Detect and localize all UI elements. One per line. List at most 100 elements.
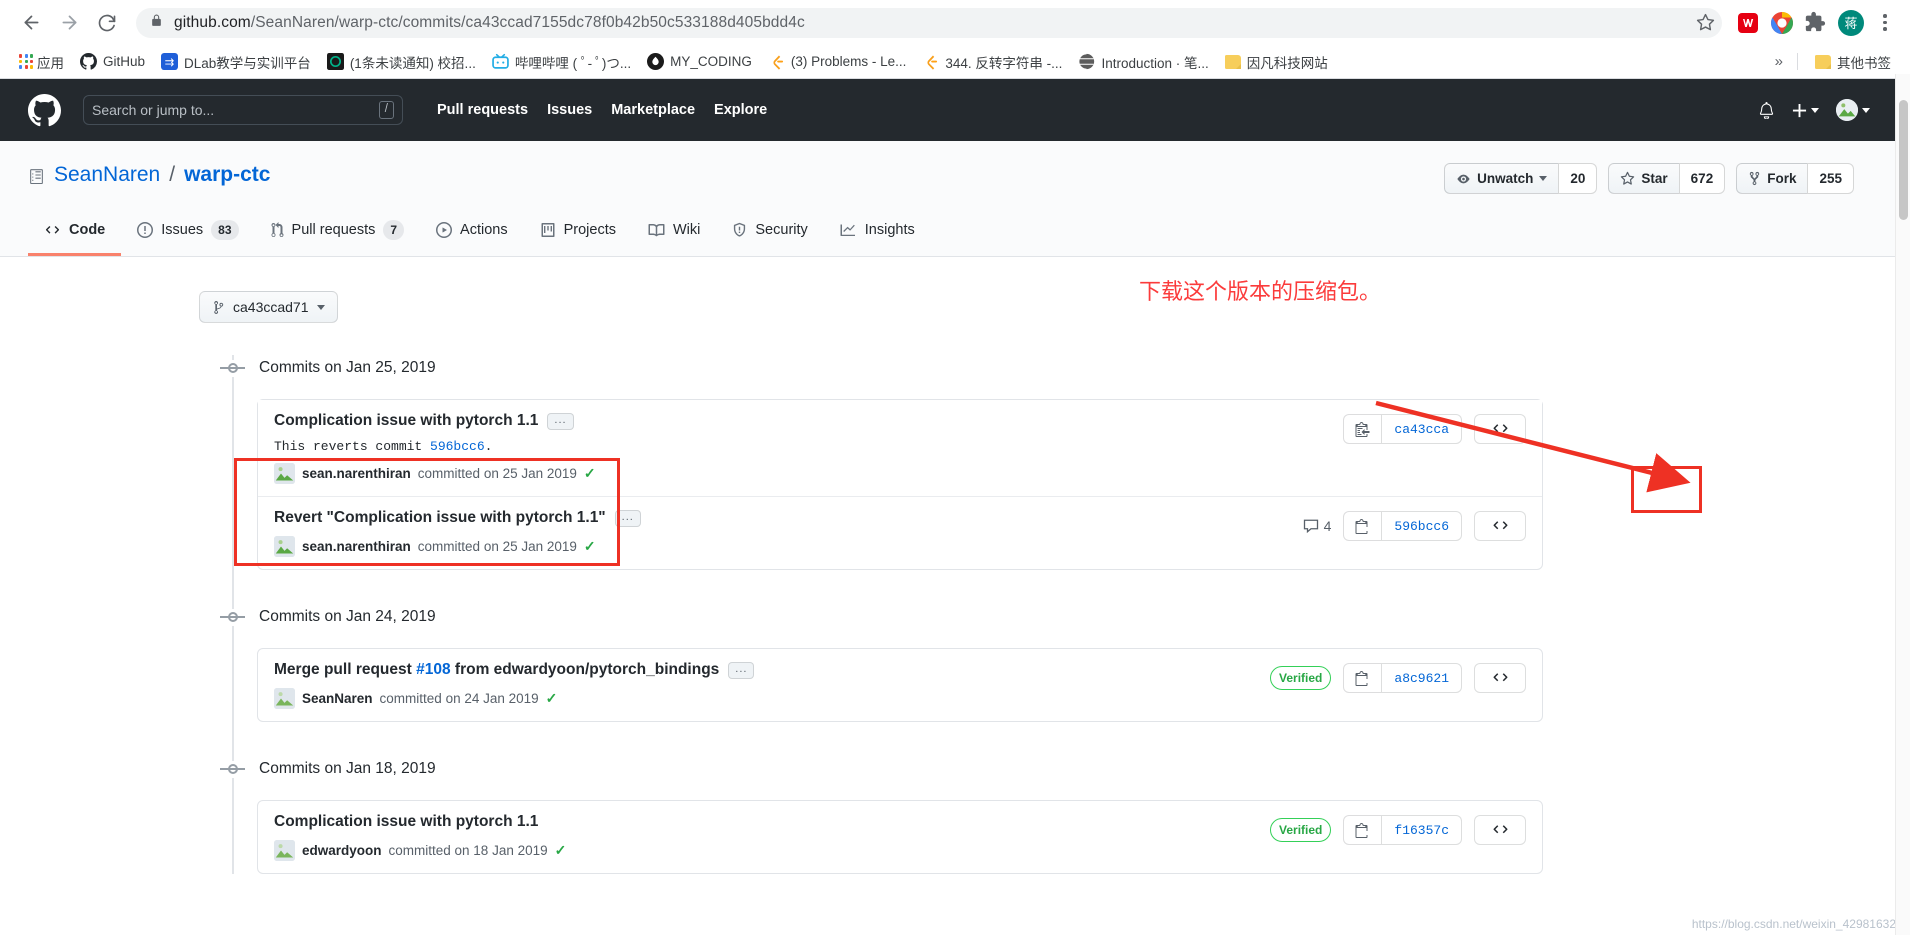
table-row[interactable]: Complication issue with pytorch 1.1 edwa… xyxy=(258,801,1542,873)
star-button[interactable]: Star xyxy=(1608,163,1679,194)
bookmark-star-icon[interactable] xyxy=(1688,6,1722,40)
clipboard-icon[interactable] xyxy=(1343,511,1382,541)
commit-meta: SeanNaren committed on 24 Jan 2019 ✓ xyxy=(274,688,1270,709)
scrollbar-thumb[interactable] xyxy=(1899,100,1908,220)
comment-count[interactable]: 4 xyxy=(1303,518,1331,534)
chevron-down-icon xyxy=(1811,107,1819,113)
chrome-menu-icon[interactable] xyxy=(1874,12,1896,33)
bookmark-yinfan[interactable]: 因凡科技网站 xyxy=(1218,49,1335,75)
reload-icon[interactable] xyxy=(90,6,124,40)
notification-bell-icon[interactable] xyxy=(1758,101,1775,119)
table-row[interactable]: Revert "Complication issue with pytorch … xyxy=(258,497,1542,569)
puzzle-extensions-icon[interactable] xyxy=(1804,11,1828,35)
tab-actions[interactable]: Actions xyxy=(420,211,524,256)
bookmark-label: 344. 反转字符串 -... xyxy=(945,55,1063,71)
create-new-menu[interactable] xyxy=(1792,103,1819,118)
branch-selector-button[interactable]: ca43ccad71 xyxy=(199,291,338,323)
commit-title-link[interactable]: Complication issue with pytorch 1.1 xyxy=(274,813,538,831)
bookmark-apps[interactable]: 应用 xyxy=(12,49,71,75)
nav-issues[interactable]: Issues xyxy=(547,102,592,118)
table-row[interactable]: Complication issue with pytorch 1.1 ... … xyxy=(258,400,1542,497)
commit-list: Complication issue with pytorch 1.1 edwa… xyxy=(257,800,1543,874)
bookmark-leetcode-problems[interactable]: (3) Problems - Le... xyxy=(761,50,914,73)
forward-arrow-icon[interactable] xyxy=(52,6,86,40)
clipboard-icon[interactable] xyxy=(1343,663,1382,693)
nav-marketplace[interactable]: Marketplace xyxy=(611,102,695,118)
watch-count[interactable]: 20 xyxy=(1558,163,1598,194)
play-icon xyxy=(436,222,453,238)
branch-label: ca43ccad71 xyxy=(233,299,309,315)
tab-wiki[interactable]: Wiki xyxy=(632,211,716,256)
status-badge[interactable]: Verified xyxy=(1270,818,1332,842)
commit-sha[interactable]: 596bcc6 xyxy=(1381,511,1462,541)
github-mark-icon[interactable] xyxy=(28,93,61,127)
commit-author-link[interactable]: sean.narenthiran xyxy=(302,539,411,554)
bookmark-nowcoder[interactable]: (1条未读通知) 校招... xyxy=(320,49,483,75)
bookmark-label: GitHub xyxy=(103,54,146,69)
tab-projects[interactable]: Projects xyxy=(524,211,632,256)
bookmark-leetcode-344[interactable]: 344. 反转字符串 -... xyxy=(915,49,1069,75)
commit-author-link[interactable]: sean.narenthiran xyxy=(302,466,411,481)
nav-pull-requests[interactable]: Pull requests xyxy=(437,102,528,118)
tab-security[interactable]: Security xyxy=(716,211,823,256)
bookmarks-overflow-icon[interactable]: » xyxy=(1771,53,1787,70)
commit-expand-button[interactable]: ... xyxy=(614,509,641,527)
commit-title-link[interactable]: Complication issue with pytorch 1.1 xyxy=(274,412,538,430)
commit-author-link[interactable]: edwardyoon xyxy=(302,843,382,858)
search-input[interactable]: Search or jump to... / xyxy=(83,95,403,125)
check-success-icon[interactable]: ✓ xyxy=(555,842,567,859)
commit-expand-button[interactable]: ... xyxy=(547,412,574,430)
check-success-icon[interactable]: ✓ xyxy=(584,538,596,555)
bookmark-label: DLab教学与实训平台 xyxy=(184,55,311,71)
clipboard-icon[interactable] xyxy=(1343,815,1382,845)
vertical-scrollbar[interactable] xyxy=(1895,74,1910,935)
code-browse-icon xyxy=(1493,521,1507,530)
table-row[interactable]: Merge pull request #108 from edwardyoon/… xyxy=(258,649,1542,721)
user-menu[interactable] xyxy=(1836,99,1870,121)
commit-author-link[interactable]: SeanNaren xyxy=(302,691,373,706)
browse-repository-button[interactable] xyxy=(1474,815,1526,845)
browse-repository-button[interactable] xyxy=(1474,414,1526,444)
browser-toolbar: github.com/SeanNaren/warp-ctc/commits/ca… xyxy=(0,0,1910,45)
commit-title-link[interactable]: Revert "Complication issue with pytorch … xyxy=(274,509,606,527)
bookmark-github[interactable]: GitHub xyxy=(73,50,152,73)
clipboard-icon[interactable] xyxy=(1343,414,1382,444)
fork-count[interactable]: 255 xyxy=(1807,163,1854,194)
chrome-colorful-icon[interactable] xyxy=(1770,11,1794,35)
commit-sha[interactable]: a8c9621 xyxy=(1381,663,1462,693)
commit-actions: Verified f16357c xyxy=(1270,813,1526,845)
fork-button[interactable]: Fork xyxy=(1736,163,1808,194)
pull-requests-count: 7 xyxy=(383,220,405,240)
bookmark-other-bookmarks[interactable]: 其他书签 xyxy=(1808,49,1898,75)
bookmark-dlab[interactable]: ⇉ DLab教学与实训平台 xyxy=(154,49,318,75)
repo-owner-link[interactable]: SeanNaren xyxy=(54,163,160,187)
address-bar[interactable]: github.com/SeanNaren/warp-ctc/commits/ca… xyxy=(136,7,1722,38)
tab-insights[interactable]: Insights xyxy=(824,211,931,256)
bookmark-introduction[interactable]: Introduction · 笔... xyxy=(1071,49,1215,75)
unwatch-button[interactable]: Unwatch xyxy=(1444,163,1559,194)
back-arrow-icon[interactable] xyxy=(14,6,48,40)
wps-extension-icon[interactable] xyxy=(1736,11,1760,35)
profile-avatar[interactable]: 蒋 xyxy=(1838,9,1864,36)
star-count[interactable]: 672 xyxy=(1678,163,1726,194)
commit-title-link[interactable]: Merge pull request #108 from edwardyoon/… xyxy=(274,661,719,679)
check-success-icon[interactable]: ✓ xyxy=(546,690,558,707)
pull-request-link[interactable]: #108 xyxy=(416,661,450,678)
browse-repository-button[interactable] xyxy=(1474,663,1526,693)
tab-pull-requests[interactable]: Pull requests 7 xyxy=(255,211,421,256)
sha-group: f16357c xyxy=(1343,815,1462,845)
repo-name-link[interactable]: warp-ctc xyxy=(184,163,270,187)
nowcoder-icon xyxy=(326,53,344,70)
browse-repository-button[interactable] xyxy=(1474,511,1526,541)
desc-commit-link[interactable]: 596bcc6 xyxy=(430,439,485,454)
commit-sha[interactable]: ca43cca xyxy=(1381,414,1462,444)
bookmark-mycoding[interactable]: MY_CODING xyxy=(640,50,759,73)
commit-sha[interactable]: f16357c xyxy=(1381,815,1462,845)
tab-code[interactable]: Code xyxy=(28,211,122,256)
check-success-icon[interactable]: ✓ xyxy=(584,465,596,482)
commit-expand-button[interactable]: ... xyxy=(728,661,755,679)
nav-explore[interactable]: Explore xyxy=(714,102,767,118)
status-badge[interactable]: Verified xyxy=(1270,666,1332,690)
tab-issues[interactable]: Issues 83 xyxy=(121,211,254,256)
bookmark-bilibili[interactable]: 哔哩哔哩 ( ﾟ- ﾟ)つ... xyxy=(485,49,638,75)
